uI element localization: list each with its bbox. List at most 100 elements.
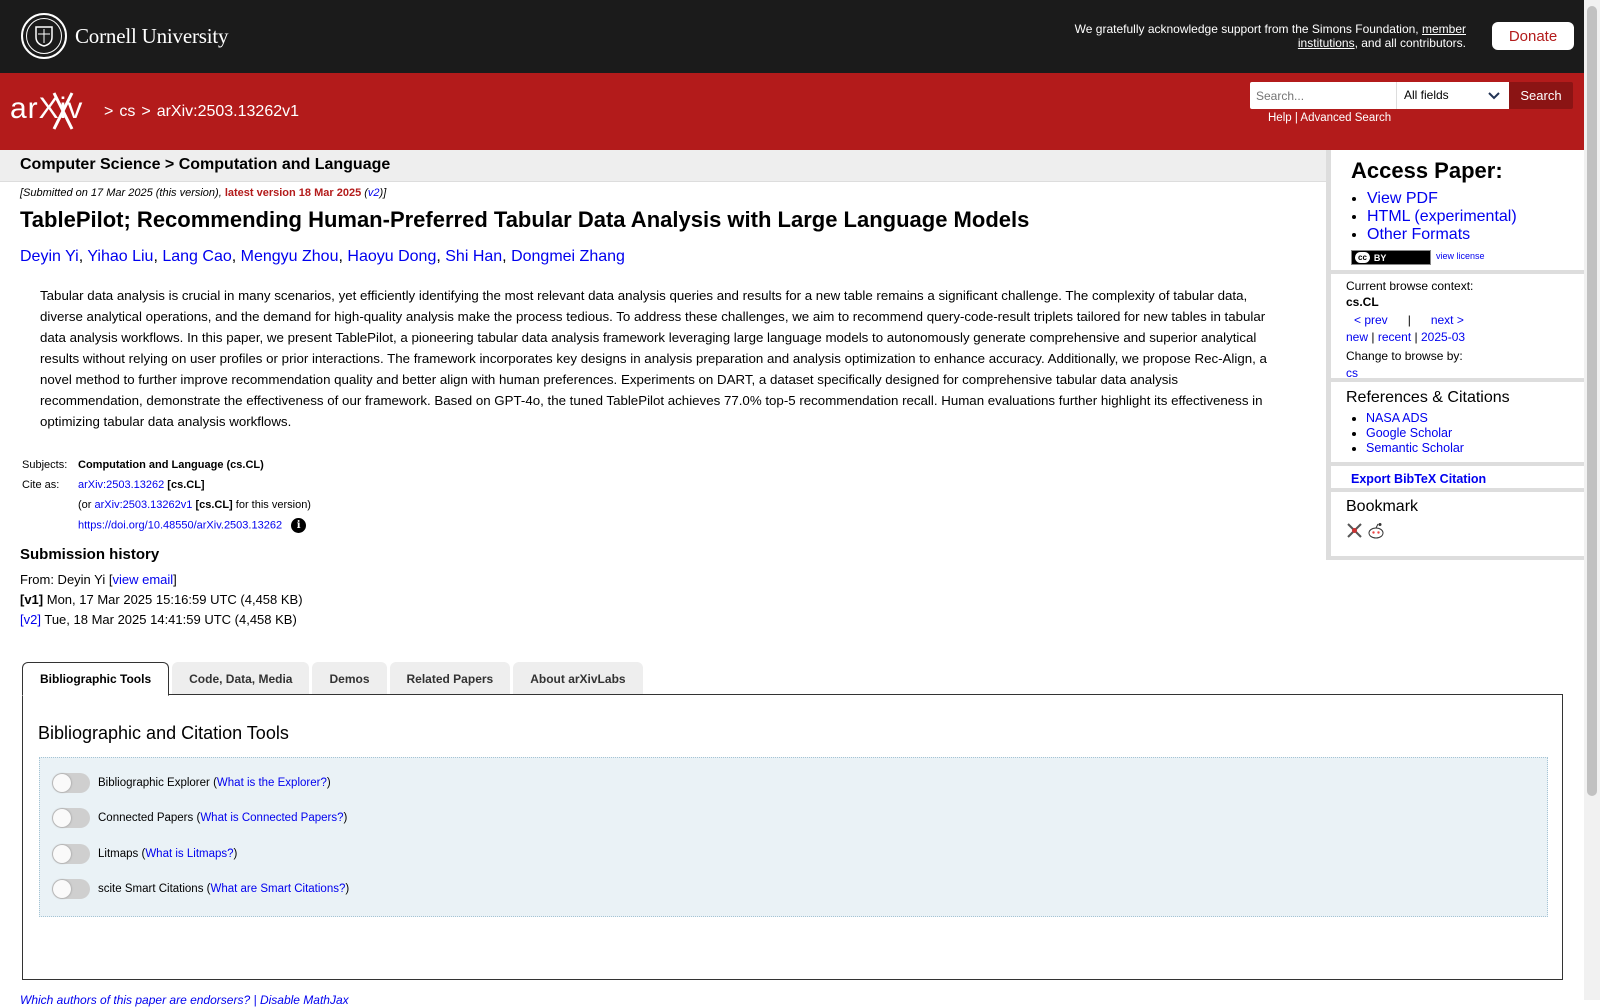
cite-as-label: Cite as:	[22, 479, 60, 491]
doi-link[interactable]: https://doi.org/10.48550/arXiv.2503.1326…	[78, 519, 282, 531]
tool-name: scite Smart Citations	[98, 883, 204, 895]
breadcrumb-separator: >	[104, 103, 114, 120]
author-link[interactable]: Deyin Yi	[20, 248, 79, 265]
footer-separator: |	[253, 993, 257, 1007]
explorer-toggle[interactable]	[52, 773, 90, 793]
disable-mathjax-link[interactable]: Disable MathJax	[260, 993, 349, 1007]
author-link[interactable]: Yihao Liu	[87, 248, 153, 265]
access-paper-box: Access Paper: View PDF HTML (experimenta…	[1331, 150, 1584, 274]
endorsers-link[interactable]: Which authors of this paper are endorser…	[20, 993, 250, 1007]
tool-info-link[interactable]: What is Connected Papers?	[200, 812, 343, 824]
author-separator: ,	[153, 248, 158, 265]
tab-about-arxivlabs[interactable]: About arXivLabs	[513, 662, 643, 695]
browse-month-link[interactable]: 2025-03	[1421, 330, 1465, 344]
scite-toggle[interactable]	[52, 879, 90, 899]
advanced-search-link[interactable]: Advanced Search	[1300, 112, 1391, 124]
browse-new-link[interactable]: new	[1346, 330, 1368, 344]
tool-info-link[interactable]: What is the Explorer?	[217, 777, 327, 789]
breadcrumb-cs[interactable]: cs	[119, 103, 135, 121]
prev-next-separator: |	[1407, 313, 1411, 327]
tab-bibliographic-tools[interactable]: Bibliographic Tools	[22, 662, 170, 696]
v2-text: Tue, 18 Mar 2025 14:41:59 UTC (4,458 KB)	[44, 612, 297, 627]
cite-category: [cs.CL]	[167, 479, 205, 491]
submission-dateline: [Submitted on 17 Mar 2025 (this version)…	[20, 187, 386, 199]
cite-id-link[interactable]: arXiv:2503.13262	[78, 479, 164, 491]
prev-link[interactable]: < prev	[1354, 313, 1388, 327]
author-link[interactable]: Lang Cao	[162, 248, 231, 265]
submission-history-title: Submission history	[20, 546, 160, 563]
tool-row-scite: scite Smart Citations (What are Smart Ci…	[52, 879, 349, 899]
bibsonomy-icon[interactable]	[1346, 522, 1363, 539]
v2-version-link[interactable]: [v2]	[20, 612, 41, 627]
litmaps-toggle[interactable]	[52, 844, 90, 864]
cc-by-label: BY	[1373, 252, 1387, 263]
author-separator: ,	[436, 248, 441, 265]
browse-context-box: Current browse context: cs.CL < prev | n…	[1331, 274, 1584, 382]
tool-info-link[interactable]: What are Smart Citations?	[211, 883, 346, 895]
tool-name: Connected Papers	[98, 812, 194, 824]
search-field-select[interactable]: All fields	[1396, 82, 1509, 109]
paren: )	[233, 848, 238, 860]
panel-title: Bibliographic and Citation Tools	[38, 723, 289, 743]
v2-link[interactable]: v2	[368, 187, 380, 199]
other-formats-link[interactable]: Other Formats	[1367, 226, 1470, 243]
tab-code-data-media[interactable]: Code, Data, Media	[172, 662, 310, 695]
tab-demos[interactable]: Demos	[312, 662, 387, 695]
semantic-scholar-link[interactable]: Semantic Scholar	[1366, 441, 1464, 455]
arxiv-logo[interactable]: arXiv	[10, 91, 102, 131]
author-separator: ,	[338, 248, 343, 265]
info-icon[interactable]: i	[291, 517, 307, 533]
cite-version-prefix: (or	[78, 499, 92, 511]
doi-row: https://doi.org/10.48550/arXiv.2503.1326…	[20, 515, 311, 535]
author-link[interactable]: Shi Han	[445, 248, 502, 265]
support-text: We gratefully acknowledge support from t…	[1046, 22, 1466, 50]
google-scholar-link[interactable]: Google Scholar	[1366, 426, 1452, 440]
nasa-ads-link[interactable]: NASA ADS	[1366, 411, 1428, 425]
browse-recent-link[interactable]: recent	[1378, 330, 1411, 344]
cornell-logo[interactable]: Cornell University	[21, 13, 228, 59]
tool-info-link[interactable]: What is Litmaps?	[145, 848, 233, 860]
subjects-label: Subjects:	[22, 459, 68, 471]
cornell-name: Cornell University	[75, 23, 229, 48]
subjects-row: Subjects: Computation and Language (cs.C…	[20, 455, 311, 475]
prev-next-row: < prev | next >	[1346, 313, 1584, 327]
view-email-link[interactable]: view email	[112, 572, 173, 587]
html-experimental-link[interactable]: HTML (experimental)	[1367, 208, 1517, 225]
cornell-header: Cornell University We gratefully acknowl…	[0, 0, 1584, 73]
cc-license-badge[interactable]: cc BY	[1351, 250, 1431, 265]
tool-row-explorer: Bibliographic Explorer (What is the Expl…	[52, 773, 331, 793]
metadata-table: Subjects: Computation and Language (cs.C…	[20, 455, 311, 535]
cite-version-row: (or arXiv:2503.13262v1 [cs.CL] for this …	[20, 495, 311, 515]
reddit-icon[interactable]	[1367, 522, 1385, 539]
author-link[interactable]: Dongmei Zhang	[511, 248, 625, 265]
author-link[interactable]: Haoyu Dong	[347, 248, 436, 265]
subject-heading: Computer Science > Computation and Langu…	[0, 150, 1326, 182]
paren: )	[326, 777, 331, 789]
search-field-value: All fields	[1404, 88, 1449, 102]
tab-related-papers[interactable]: Related Papers	[389, 662, 511, 695]
browse-context-label: Current browse context:	[1346, 279, 1474, 293]
view-pdf-link[interactable]: View PDF	[1367, 190, 1438, 207]
scrollbar-thumb[interactable]	[1587, 6, 1597, 796]
search-input[interactable]	[1250, 82, 1396, 109]
breadcrumb-separator: >	[141, 103, 151, 120]
references-title: References & Citations	[1346, 389, 1510, 406]
help-links: Help | Advanced Search	[1268, 112, 1391, 124]
tool-name: Bibliographic Explorer	[98, 777, 210, 789]
browse-separator: |	[1371, 330, 1375, 344]
browse-cs-link[interactable]: cs	[1346, 366, 1358, 380]
footer-links: Which authors of this paper are endorser…	[20, 993, 349, 1007]
export-bibtex-link[interactable]: Export BibTeX Citation	[1351, 472, 1486, 486]
cc-icon: cc	[1355, 252, 1370, 263]
cite-version-link[interactable]: arXiv:2503.13262v1	[95, 499, 193, 511]
connected-papers-toggle[interactable]	[52, 808, 90, 828]
author-link[interactable]: Mengyu Zhou	[241, 248, 339, 265]
next-link[interactable]: next >	[1431, 313, 1464, 327]
search-button[interactable]: Search	[1509, 82, 1573, 109]
donate-button[interactable]: Donate	[1492, 22, 1574, 50]
page-scrollbar[interactable]	[1584, 0, 1600, 1000]
submission-history: Submission history From: Deyin Yi [view …	[20, 546, 303, 630]
tab-panel: Bibliographic and Citation Tools Bibliog…	[22, 694, 1563, 980]
help-link[interactable]: Help	[1268, 112, 1292, 124]
view-license-link[interactable]: view license	[1436, 251, 1485, 261]
